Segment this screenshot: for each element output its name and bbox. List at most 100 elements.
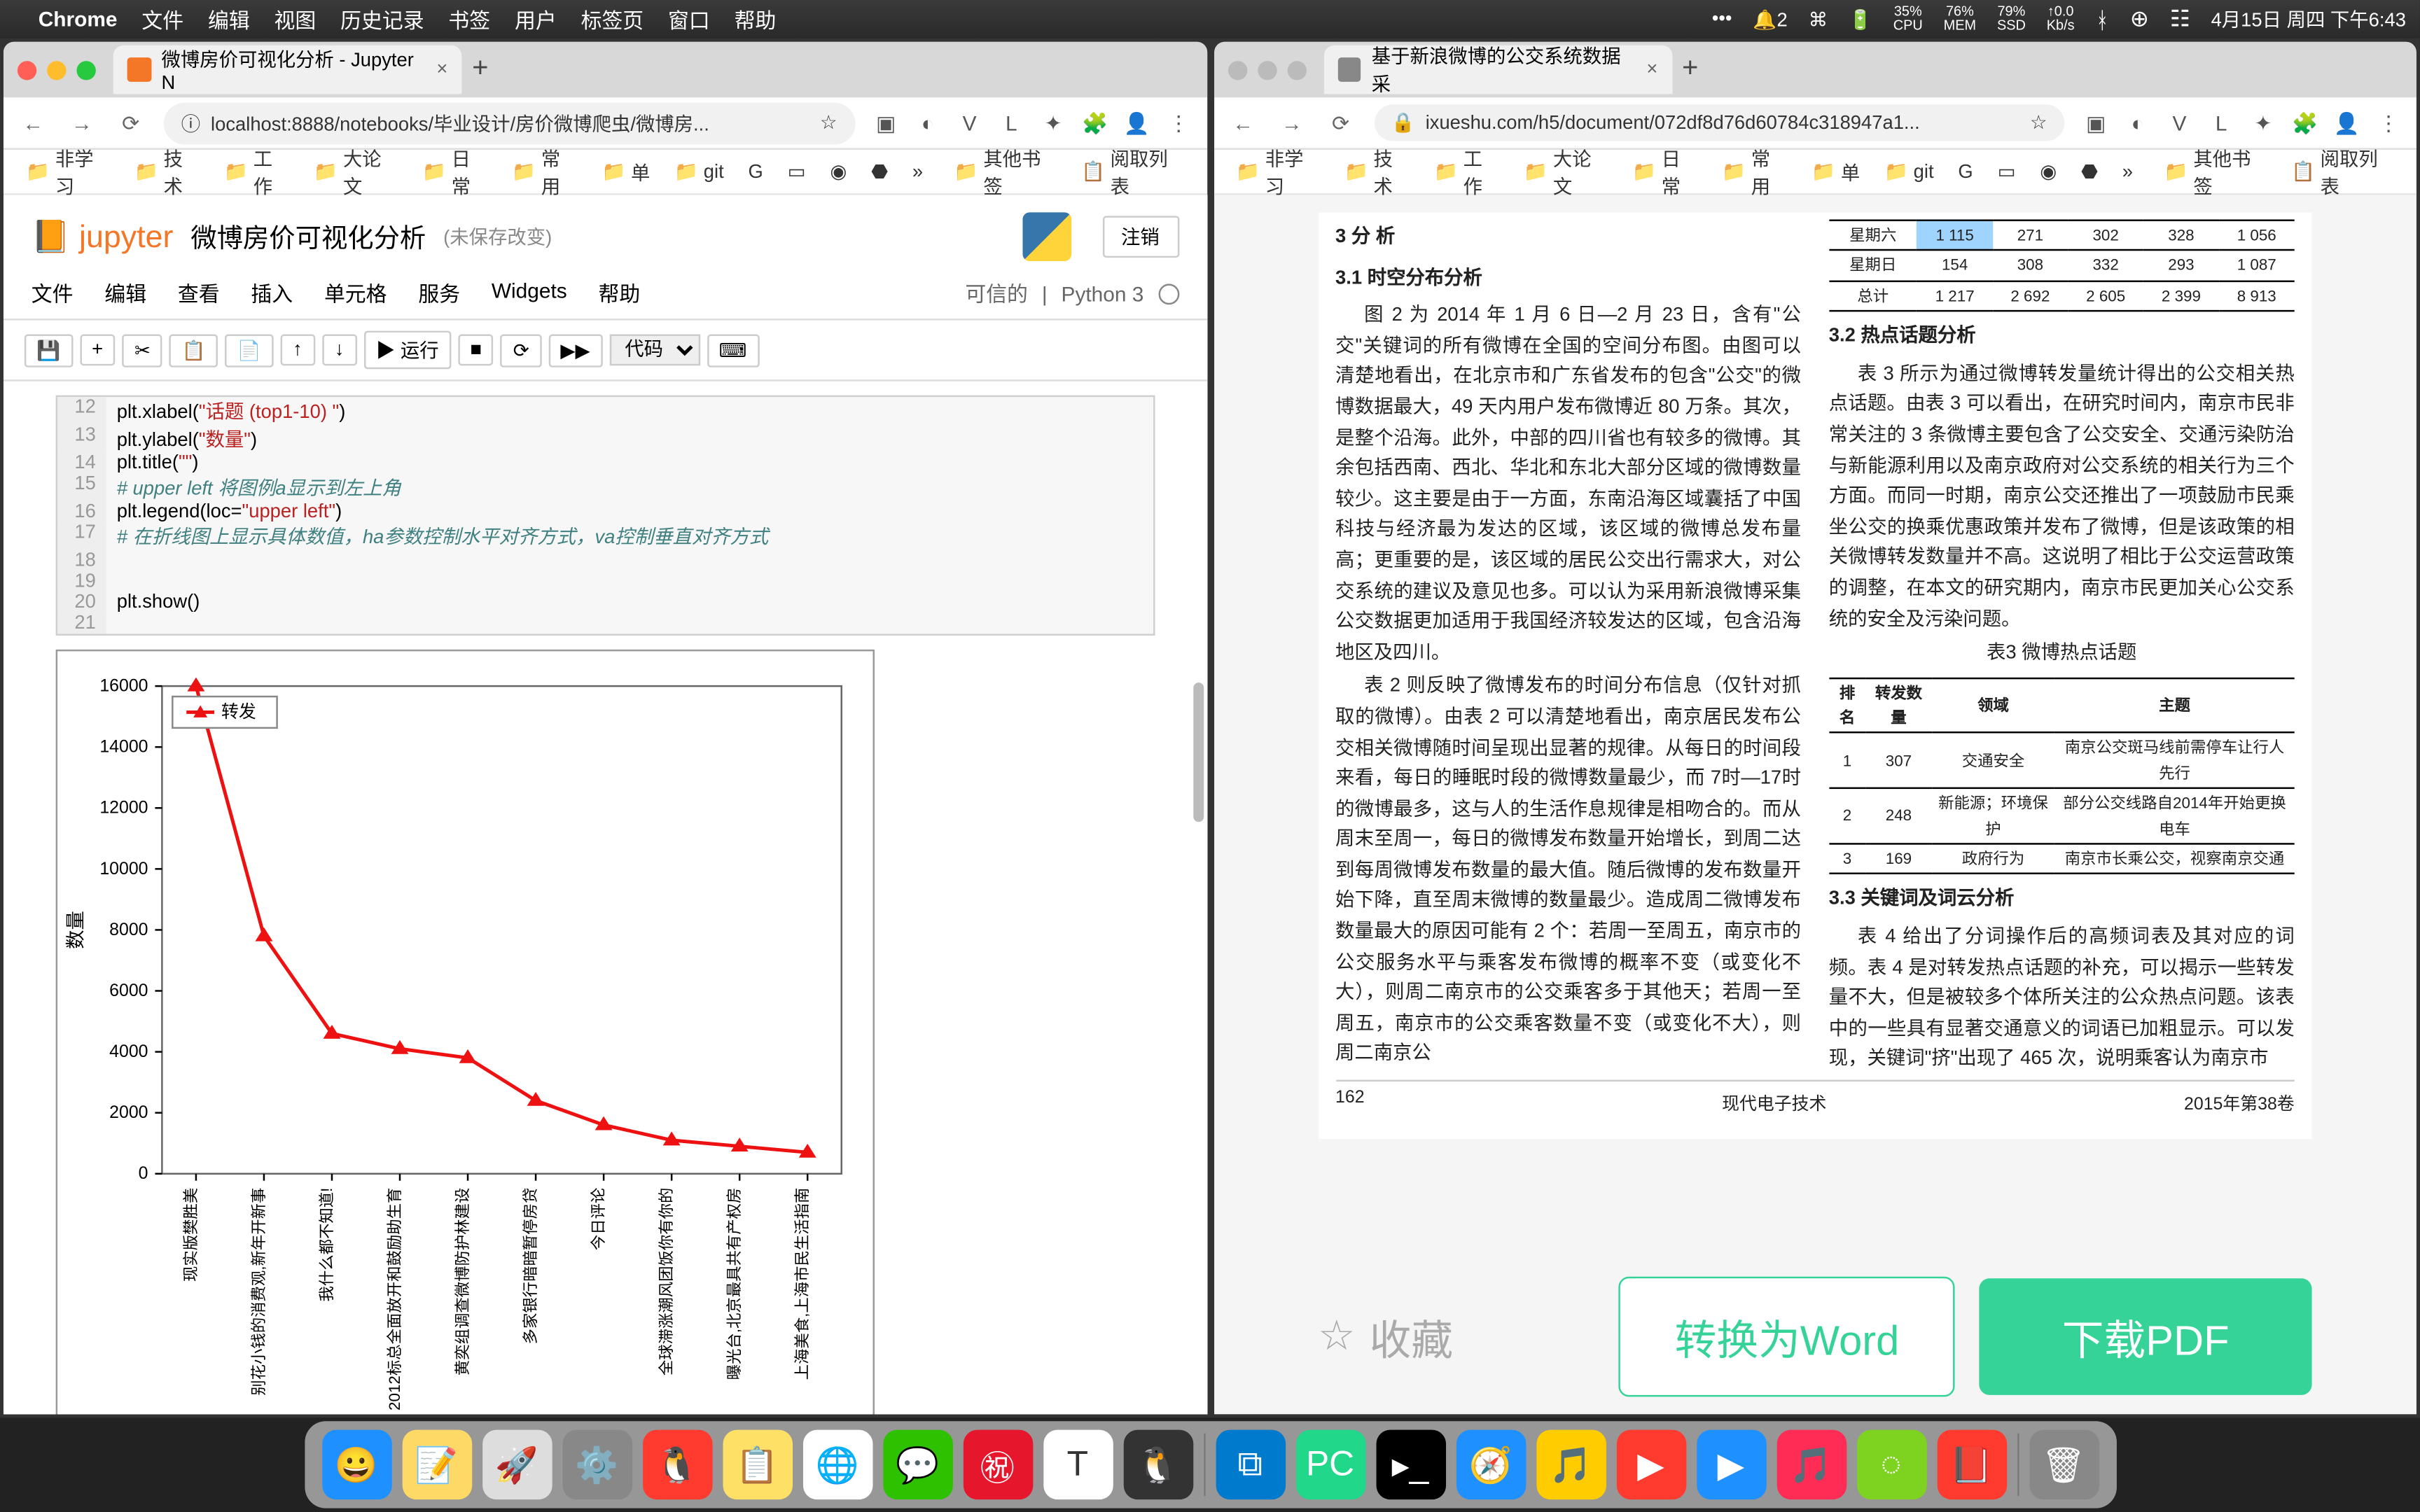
control-center-icon[interactable]: ☷ bbox=[2170, 5, 2190, 33]
cut-button[interactable]: ✂ bbox=[123, 333, 163, 366]
bookmark-folder[interactable]: 📁大论文 bbox=[1515, 140, 1617, 203]
browser-tab[interactable]: 基于新浪微博的公交系统数据采 × bbox=[1323, 46, 1672, 94]
battery-icon[interactable]: 🔋 bbox=[1849, 8, 1872, 30]
clock[interactable]: 4月15日 周四 下午6:43 bbox=[2211, 5, 2406, 33]
dock-app-qq[interactable]: 🐧 bbox=[642, 1430, 712, 1500]
dock-app-text[interactable]: T bbox=[1043, 1430, 1113, 1500]
document-viewer[interactable]: 3 分 析 3.1 时空分布分析 图 2 为 2014 年 1 月 6 日—2 … bbox=[1214, 195, 2416, 1415]
dock-app-music[interactable]: 🎵 bbox=[1536, 1430, 1606, 1500]
minimize-window-button[interactable] bbox=[47, 60, 66, 79]
move-down-button[interactable]: ↓ bbox=[322, 335, 357, 366]
dock-app-media[interactable]: ▶ bbox=[1696, 1430, 1766, 1500]
extensions-puzzle-icon[interactable]: 🧩 bbox=[1081, 109, 1109, 137]
dock-app-qq2[interactable]: 🐧 bbox=[1123, 1430, 1193, 1500]
copy-button[interactable]: 📋 bbox=[169, 333, 218, 366]
browser-tab[interactable]: 微博房价可视化分析 - Jupyter N × bbox=[113, 46, 462, 94]
chrome-menu-icon[interactable]: ⋮ bbox=[1164, 109, 1192, 137]
close-tab-icon[interactable]: × bbox=[1646, 59, 1657, 80]
bookmark-folder[interactable]: 📁单 bbox=[1803, 154, 1869, 189]
dock-app-loop[interactable]: ◌ bbox=[1856, 1430, 1926, 1500]
dock-app-weibo[interactable]: ㊗ bbox=[963, 1430, 1033, 1500]
bookmark-icon[interactable]: ◉ bbox=[821, 157, 856, 186]
restart-run-button[interactable]: ▶▶ bbox=[548, 333, 602, 366]
bookmark-folder[interactable]: 📁git bbox=[666, 157, 732, 186]
close-window-button[interactable] bbox=[1228, 60, 1246, 79]
notification-bell-icon[interactable]: 🔔2 bbox=[1753, 8, 1787, 30]
menu-user[interactable]: 用户 bbox=[515, 4, 557, 34]
trusted-label[interactable]: 可信的 bbox=[965, 279, 1028, 308]
menu-edit[interactable]: 编辑 bbox=[208, 4, 250, 34]
run-button[interactable]: ▶ 运行 bbox=[363, 331, 451, 370]
dock-app-pdf[interactable]: 📕 bbox=[1936, 1430, 2006, 1500]
bluetooth-icon[interactable]: ᚼ bbox=[2095, 6, 2108, 32]
address-field[interactable]: 🔒 ixueshu.com/h5/document/072df8d76d6078… bbox=[1374, 104, 2064, 141]
bookmark-icon[interactable]: G bbox=[739, 158, 772, 186]
bookmark-folder[interactable]: 📁常用 bbox=[503, 140, 586, 203]
ext-icon-5[interactable]: ✦ bbox=[2249, 109, 2277, 137]
bookmark-folder[interactable]: 📁大论文 bbox=[305, 140, 407, 203]
bookmark-folder[interactable]: 📁日常 bbox=[414, 140, 496, 203]
dock-app-notes[interactable]: 📝 bbox=[401, 1430, 471, 1500]
dock-app-wechat[interactable]: 💬 bbox=[882, 1430, 952, 1500]
ext-icon-1[interactable]: ▣ bbox=[2082, 109, 2110, 137]
new-tab-button[interactable]: + bbox=[1682, 54, 1698, 85]
menu-extra-dots-icon[interactable]: ••• bbox=[1712, 8, 1732, 29]
bookmark-folder[interactable]: 📁工作 bbox=[216, 140, 298, 203]
bookmark-overflow[interactable]: » bbox=[2113, 158, 2141, 186]
move-up-button[interactable]: ↑ bbox=[280, 335, 315, 366]
dock-app-finder[interactable]: 😀 bbox=[321, 1430, 391, 1500]
bookmark-folder[interactable]: 📁非学习 bbox=[1228, 140, 1329, 203]
convert-word-button[interactable]: 转换为Word bbox=[1619, 1277, 1955, 1397]
dock-app-pycharm[interactable]: PC bbox=[1295, 1430, 1365, 1500]
command-palette-button[interactable]: ⌨ bbox=[707, 333, 758, 366]
bookmark-folder[interactable]: 📁常用 bbox=[1713, 140, 1796, 203]
ext-icon-4[interactable]: L bbox=[997, 109, 1025, 137]
dock-trash[interactable]: 🗑 bbox=[2029, 1430, 2099, 1500]
maximize-window-button[interactable] bbox=[76, 60, 95, 79]
ext-icon-3[interactable]: V bbox=[956, 109, 984, 137]
bookmark-folder[interactable]: 📁技术 bbox=[126, 140, 209, 203]
bookmark-icon[interactable]: G bbox=[1949, 158, 1982, 186]
dock-app-settings[interactable]: ⚙️ bbox=[562, 1430, 632, 1500]
menu-tabs[interactable]: 标签页 bbox=[581, 4, 644, 34]
dock-app-music2[interactable]: 🎵 bbox=[1776, 1430, 1847, 1500]
menu-widgets[interactable]: Widgets bbox=[492, 279, 567, 308]
menu-bookmarks[interactable]: 书签 bbox=[448, 4, 490, 34]
minimize-window-button[interactable] bbox=[1257, 60, 1276, 79]
ext-icon-2[interactable]: ◐ bbox=[914, 109, 942, 137]
menu-file[interactable]: 文件 bbox=[32, 279, 74, 308]
paste-button[interactable]: 📄 bbox=[225, 333, 273, 366]
menu-edit[interactable]: 编辑 bbox=[104, 279, 146, 308]
bookmark-icon[interactable]: ⬣ bbox=[2073, 157, 2107, 186]
bookmark-icon[interactable]: ◉ bbox=[2031, 157, 2066, 186]
menu-window[interactable]: 窗口 bbox=[668, 4, 710, 34]
reload-button[interactable]: ⟳ bbox=[115, 111, 146, 135]
code-cell[interactable]: 12plt.xlabel("话题 (top1-10) ") 13plt.ylab… bbox=[56, 396, 1155, 636]
bookmark-folder[interactable]: 📁非学习 bbox=[18, 140, 119, 203]
notebook-title[interactable]: 微博房价可视化分析 bbox=[190, 218, 426, 255]
other-bookmarks[interactable]: 📁其他书签 bbox=[945, 140, 1065, 203]
restart-button[interactable]: ⟳ bbox=[501, 333, 541, 366]
dock-app-video[interactable]: ▶ bbox=[1616, 1430, 1686, 1500]
bookmark-overflow[interactable]: » bbox=[903, 158, 931, 186]
extensions-puzzle-icon[interactable]: 🧩 bbox=[2291, 109, 2319, 137]
ext-icon-2[interactable]: ◐ bbox=[2124, 109, 2152, 137]
dock-app-stickies[interactable]: 📋 bbox=[722, 1430, 792, 1500]
active-app-name[interactable]: Chrome bbox=[39, 7, 118, 31]
logout-button[interactable]: 注销 bbox=[1102, 216, 1178, 258]
dock-app-vscode[interactable]: ⧉ bbox=[1215, 1430, 1285, 1500]
forward-button[interactable]: → bbox=[1276, 111, 1307, 135]
dock-app-terminal[interactable]: ▸_ bbox=[1375, 1430, 1445, 1500]
celltype-select[interactable]: 代码 bbox=[609, 335, 700, 366]
chrome-menu-icon[interactable]: ⋮ bbox=[2374, 109, 2402, 137]
menu-view[interactable]: 视图 bbox=[274, 4, 317, 34]
menu-file[interactable]: 文件 bbox=[141, 4, 183, 34]
bookmark-star-icon[interactable]: ☆ bbox=[2030, 111, 2047, 134]
menu-cell[interactable]: 单元格 bbox=[324, 279, 387, 308]
lock-icon[interactable]: 🔒 bbox=[1391, 111, 1415, 134]
close-window-button[interactable] bbox=[18, 60, 36, 79]
menu-help[interactable]: 帮助 bbox=[599, 279, 641, 308]
back-button[interactable]: ← bbox=[18, 111, 49, 135]
wifi-icon[interactable]: ⊕ bbox=[2130, 5, 2149, 33]
bookmark-star-icon[interactable]: ☆ bbox=[820, 111, 837, 134]
